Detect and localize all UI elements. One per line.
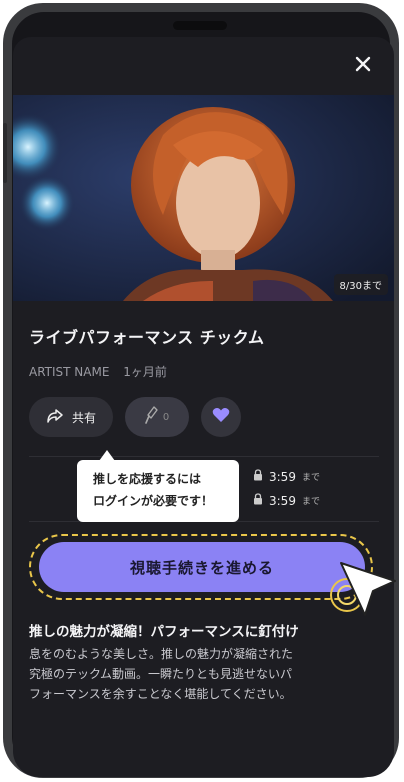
glowstick-icon — [145, 405, 159, 429]
proceed-button[interactable]: 視聴手続きを進める — [39, 542, 365, 592]
description-title: 推しの魅力が凝縮！パフォーマンスに釘付け — [29, 624, 299, 640]
description-text: 息をのむような美しさ。推しの魅力が凝縮された 究極のテックム動画。一瞬たりとも見… — [29, 644, 379, 704]
video-thumbnail[interactable]: 8/30まで — [13, 95, 394, 301]
phone-frame: 8/30まで ライブパフォーマンス チックム ARTIST NAME 1ヶ月前 … — [3, 3, 399, 778]
duration: 3:59 — [269, 469, 296, 484]
share-label: 共有 — [71, 410, 96, 425]
list-item[interactable]: 3:59 まで — [253, 469, 320, 484]
close-icon[interactable] — [352, 53, 374, 75]
heart-icon — [212, 407, 230, 427]
tooltip-line-2: ログインが必要です！ — [93, 494, 214, 508]
lock-icon — [253, 493, 263, 508]
video-detail-modal: 8/30まで ライブパフォーマンス チックム ARTIST NAME 1ヶ月前 … — [13, 37, 394, 777]
login-tooltip: 推しを応援するには ログインが必要です！ — [77, 460, 239, 522]
description-line: フォーマンスを余すことなく堪能してください。 — [29, 687, 292, 701]
cheer-button[interactable]: 0 — [125, 397, 189, 437]
description-line: 息をのむような美しさ。推しの魅力が凝縮された — [29, 647, 294, 661]
favorite-button[interactable] — [201, 397, 241, 437]
cursor-icon — [339, 561, 399, 619]
divider-top — [29, 456, 379, 457]
list-item[interactable]: 3:59 まで — [253, 493, 320, 508]
lock-icon — [253, 469, 263, 484]
duration: 3:59 — [269, 493, 296, 508]
until-label: まで — [301, 497, 320, 507]
phone-speaker — [173, 21, 227, 30]
posted-time: 1ヶ月前 — [123, 365, 167, 379]
phone-side-button — [3, 123, 7, 183]
video-title: ライブパフォーマンス チックム — [29, 328, 265, 347]
share-button[interactable]: 共有 — [29, 397, 113, 437]
tooltip-line-1: 推しを応援するには — [93, 472, 202, 486]
cheer-count: 0 — [162, 411, 170, 423]
expiry-badge: 8/30まで — [333, 274, 388, 295]
description-line: 究極のテックム動画。一瞬たりとも見逃せないパ — [29, 667, 293, 681]
share-icon — [46, 408, 64, 427]
artist-name: ARTIST NAME — [29, 365, 110, 379]
until-label: まで — [301, 473, 320, 483]
video-meta: ARTIST NAME 1ヶ月前 — [29, 363, 177, 380]
